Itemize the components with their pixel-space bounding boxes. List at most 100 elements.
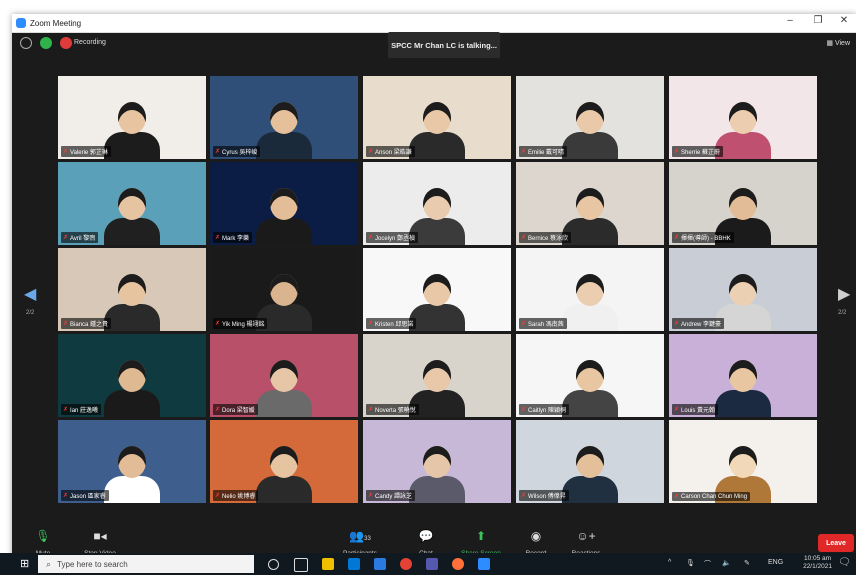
minimize-icon[interactable]: – <box>780 15 800 26</box>
participant-video-face <box>423 102 451 134</box>
network-icon[interactable]: ⌒ <box>704 559 711 569</box>
participant-video-face <box>118 360 146 392</box>
participant-name: Jason 區家睿 <box>70 494 106 500</box>
participant-tile[interactable]: ✗ Valerie 郭芷琳 <box>58 76 206 159</box>
participant-name: Anson 梁皓謙 <box>375 150 412 156</box>
maximize-icon[interactable]: ❐ <box>808 15 828 26</box>
participant-tile[interactable]: ✗ Sherrie 蘇芷蔚 <box>669 76 817 159</box>
cortana-icon[interactable] <box>268 559 279 570</box>
system-clock[interactable]: 10:05 am 22/1/2021 <box>803 555 832 571</box>
participant-tile[interactable]: ✗ Bernice 蔡泳欣 <box>516 162 664 245</box>
participant-tile[interactable]: ✗ Wilson 傅偉昇 <box>516 420 664 503</box>
muted-mic-icon: ✗ <box>63 493 69 499</box>
participant-tile[interactable]: ✗ 揮揮(導師) - BBHK <box>669 162 817 245</box>
participant-tile[interactable]: ✗ Noverta 張曉悅 <box>363 334 511 417</box>
chrome-icon[interactable] <box>400 558 412 570</box>
tray-chevron-icon[interactable]: ^ <box>668 559 671 566</box>
participant-name-tag: ✗ Carson Chan Chun Ming <box>672 492 751 501</box>
store-icon[interactable] <box>348 558 360 570</box>
participant-video-face <box>576 102 604 134</box>
participant-tile[interactable]: ✗ Dora 梁智媛 <box>210 334 358 417</box>
participant-video-face <box>118 274 146 306</box>
participant-name: Avril 黎煦 <box>70 236 96 242</box>
participant-video-body <box>715 390 771 417</box>
participant-video-body <box>562 390 618 417</box>
participant-name: Candy 譚詠芝 <box>375 494 413 500</box>
file-explorer-icon[interactable] <box>322 558 334 570</box>
pen-icon[interactable]: ✎ <box>744 559 750 567</box>
page-indicator-left: 2/2 <box>26 310 35 316</box>
participant-name: Jocelyn 鄭丞楨 <box>375 236 416 242</box>
muted-mic-icon: ✗ <box>368 149 374 155</box>
participant-name: Cyrus 吳梓峻 <box>222 150 258 156</box>
participant-name: Nelio 姚博睿 <box>222 494 256 500</box>
tray-mic-icon: 🎙 <box>686 560 695 567</box>
participant-video-face <box>118 102 146 134</box>
info-icon[interactable] <box>20 37 32 49</box>
participant-tile[interactable]: ✗ Sarah 馮南茜 <box>516 248 664 331</box>
task-view-icon[interactable] <box>294 558 308 572</box>
participant-tile[interactable]: ✗ Mark 李樂 <box>210 162 358 245</box>
participant-name-tag: ✗ Caitlyn 陳穎桐 <box>519 404 570 415</box>
participant-tile[interactable]: ✗ Ian 莊逸曦 <box>58 334 206 417</box>
participant-name-tag: ✗ Jason 區家睿 <box>61 490 109 501</box>
participant-tile[interactable]: ✗ Jocelyn 鄭丞楨 <box>363 162 511 245</box>
prev-page-arrow-icon[interactable]: ◀ <box>24 284 36 304</box>
firefox-icon[interactable] <box>452 558 464 570</box>
participant-name: Sarah 馮南茜 <box>528 322 564 328</box>
windows-taskbar: ⊞ ⌕ Type here to search ^ 🎙 ⌒ 🔈 ✎ ENG 10… <box>0 553 856 575</box>
participant-tile[interactable]: ✗ Bianca 鍾之貴 <box>58 248 206 331</box>
participant-video-body <box>715 132 771 159</box>
shield-icon[interactable] <box>40 37 52 49</box>
participant-name-tag: ✗ Dora 梁智媛 <box>213 404 258 415</box>
recording-label: Recording <box>74 39 106 46</box>
volume-icon[interactable]: 🔈 <box>722 559 731 567</box>
leave-button[interactable]: Leave <box>818 534 854 552</box>
view-button[interactable]: ▦ View <box>826 39 850 47</box>
edge-icon[interactable] <box>374 558 386 570</box>
participant-name-tag: ✗ Louis 黃元翰 <box>672 404 719 415</box>
participant-video-face <box>423 188 451 220</box>
participant-tile[interactable]: ✗ Cyrus 吳梓峻 <box>210 76 358 159</box>
record-icon: ◉ <box>530 529 542 543</box>
participant-tile[interactable]: ✗ Caitlyn 陳穎桐 <box>516 334 664 417</box>
participant-name: Emilie 戴可晴 <box>528 150 565 156</box>
muted-mic-icon: ✗ <box>63 407 69 413</box>
participant-video-body <box>104 304 160 331</box>
participant-tile[interactable]: ✗ Anson 梁皓謙 <box>363 76 511 159</box>
participant-video-body <box>409 476 465 503</box>
participant-video-body <box>562 476 618 503</box>
zoom-taskbar-icon[interactable] <box>478 558 490 570</box>
participant-tile[interactable]: ✗ Yik Ming 楊翊銘 <box>210 248 358 331</box>
participant-video-face <box>729 446 757 478</box>
participant-name-tag: ✗ Emilie 戴可晴 <box>519 146 568 157</box>
participant-tile[interactable]: ✗ Louis 黃元翰 <box>669 334 817 417</box>
muted-mic-icon: ✗ <box>674 235 680 241</box>
participant-tile[interactable]: ✗ Carson Chan Chun Ming <box>669 420 817 503</box>
recording-dot-icon <box>60 37 72 49</box>
window-title: Zoom Meeting <box>30 18 82 28</box>
teams-icon[interactable] <box>426 558 438 570</box>
participant-tile[interactable]: ✗ Jason 區家睿 <box>58 420 206 503</box>
notification-icon[interactable]: 🗨 <box>838 557 851 571</box>
participant-tile[interactable]: ✗ Avril 黎煦 <box>58 162 206 245</box>
participant-video-face <box>118 446 146 478</box>
participant-tile[interactable]: ✗ Kristen 邱思諾 <box>363 248 511 331</box>
participant-name: Sherrie 蘇芷蔚 <box>681 150 721 156</box>
next-page-arrow-icon[interactable]: ▶ <box>838 284 850 304</box>
participant-tile[interactable]: ✗ Emilie 戴可晴 <box>516 76 664 159</box>
windows-start-icon[interactable]: ⊞ <box>20 557 34 571</box>
participant-tile[interactable]: ✗ Andrew 李鍵豪 <box>669 248 817 331</box>
participant-name-tag: ✗ Avril 黎煦 <box>61 232 99 243</box>
participant-name: Caitlyn 陳穎桐 <box>528 408 567 414</box>
taskbar-search-box[interactable]: ⌕ Type here to search <box>38 555 254 573</box>
language-indicator[interactable]: ENG <box>768 559 783 566</box>
participant-video-face <box>423 446 451 478</box>
clock-date: 22/1/2021 <box>803 563 832 570</box>
participant-tile[interactable]: ✗ Candy 譚詠芝 <box>363 420 511 503</box>
view-label: View <box>834 40 850 47</box>
participant-tile[interactable]: ✗ Nelio 姚博睿 <box>210 420 358 503</box>
microphone-icon: 🎙 <box>35 529 51 543</box>
close-icon[interactable]: ✕ <box>834 15 854 26</box>
participant-name: Mark 李樂 <box>222 236 250 242</box>
